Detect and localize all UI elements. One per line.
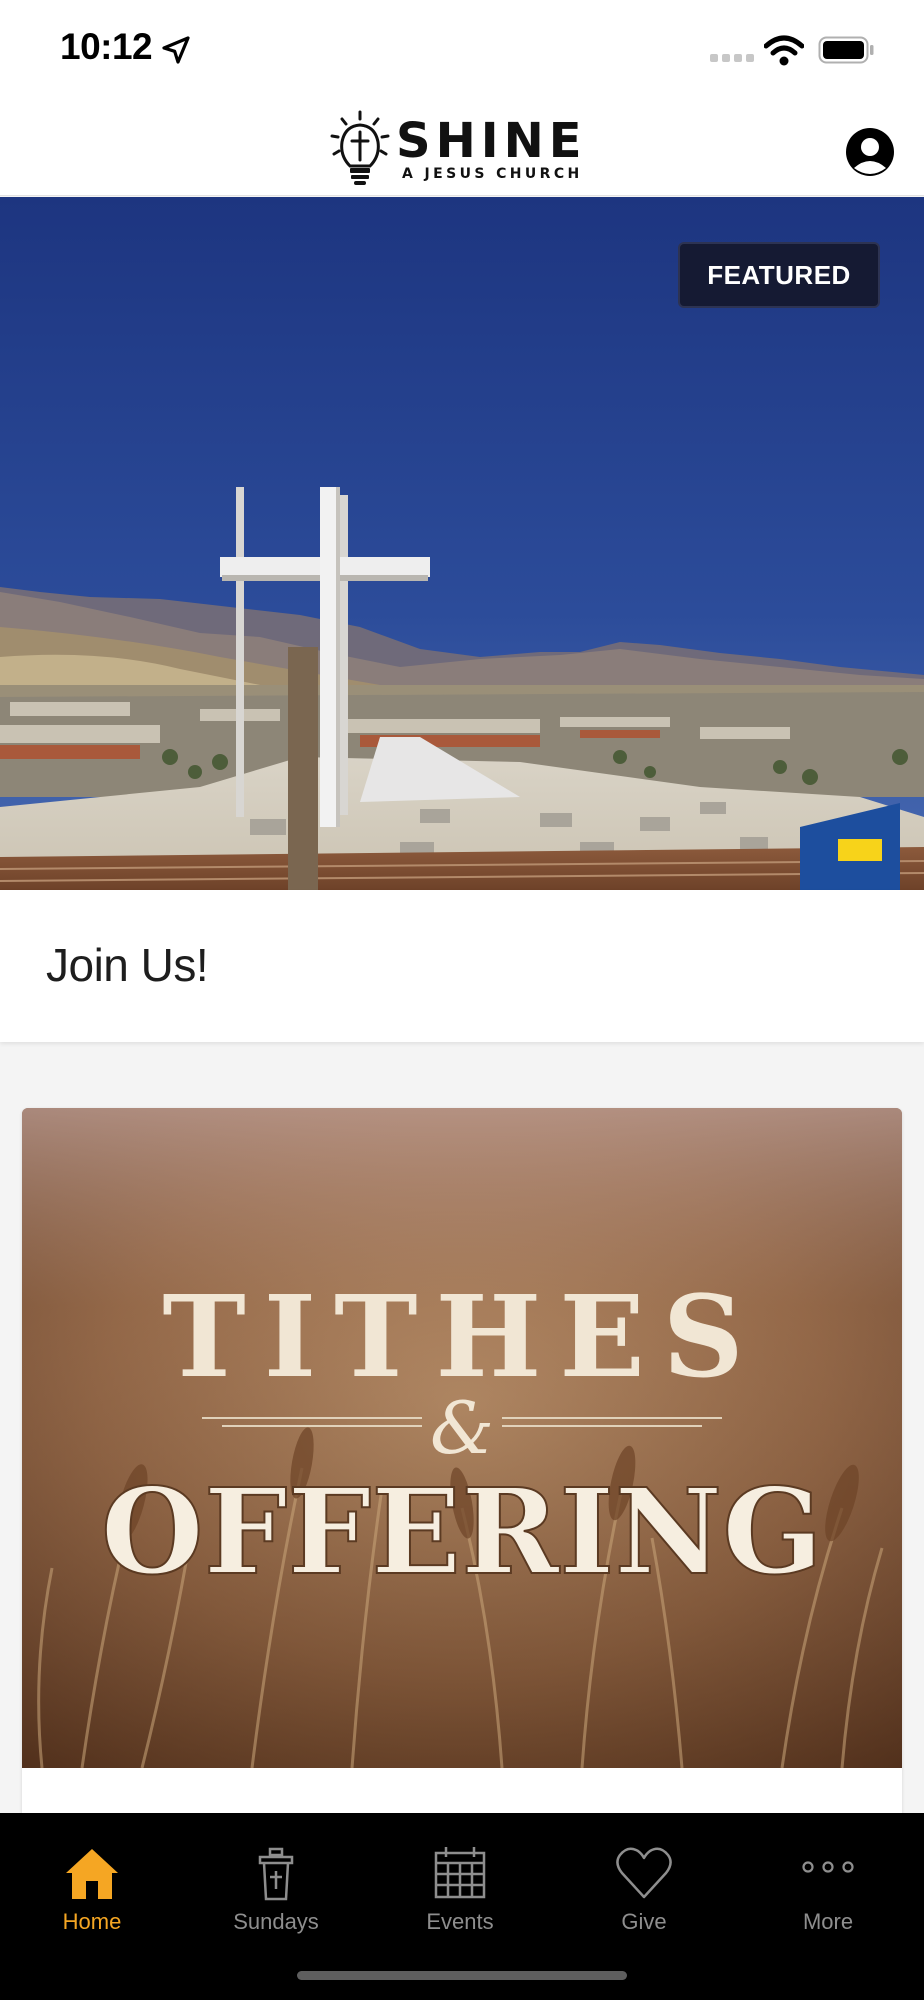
lightbulb-cross-icon	[330, 110, 390, 185]
featured-badge: FEATURED	[678, 242, 880, 308]
featured-title: Join Us!	[46, 939, 209, 991]
tab-home[interactable]: Home	[0, 1829, 184, 1939]
tab-label: Events	[426, 1909, 494, 1934]
calendar-icon	[434, 1847, 486, 1899]
home-icon	[66, 1849, 118, 1899]
status-bar: 10:12	[0, 0, 924, 100]
location-arrow-icon	[162, 36, 190, 64]
heart-icon	[616, 1847, 672, 1899]
church-logo[interactable]: SHINE A JESUS CHURCH	[328, 108, 598, 188]
tab-more[interactable]: More	[736, 1829, 920, 1939]
featured-caption[interactable]: Join Us!	[0, 890, 924, 1042]
tab-give[interactable]: Give	[552, 1829, 736, 1939]
app-header: SHINE A JESUS CHURCH	[0, 100, 924, 196]
home-indicator	[297, 1971, 627, 1980]
tithes-art-subtitle: OFFERING	[101, 1462, 823, 1601]
cellular-signal-icon	[710, 54, 754, 62]
tithes-offering-card[interactable]: TITHES & OFFERING	[22, 1108, 902, 1828]
wifi-icon	[764, 35, 804, 66]
tithes-art-title: TITHES	[162, 1272, 761, 1403]
more-dots-icon	[802, 1861, 854, 1873]
tab-label: More	[802, 1909, 854, 1934]
tab-label: Give	[621, 1909, 667, 1934]
battery-icon	[818, 36, 874, 64]
user-profile-icon[interactable]	[844, 126, 896, 178]
tithes-art-ampersand: &	[430, 1386, 494, 1470]
pulpit-icon	[258, 1847, 294, 1901]
tab-label: Home	[62, 1909, 122, 1934]
status-time: 10:12	[60, 26, 153, 67]
tab-sundays[interactable]: Sundays	[184, 1829, 368, 1939]
tithes-offering-image: TITHES & OFFERING	[22, 1108, 902, 1768]
tab-label: Sundays	[233, 1909, 319, 1934]
logo-wordmark: SHINE	[396, 113, 587, 169]
logo-subtitle: A JESUS CHURCH	[402, 166, 583, 182]
tab-events[interactable]: Events	[368, 1829, 552, 1939]
